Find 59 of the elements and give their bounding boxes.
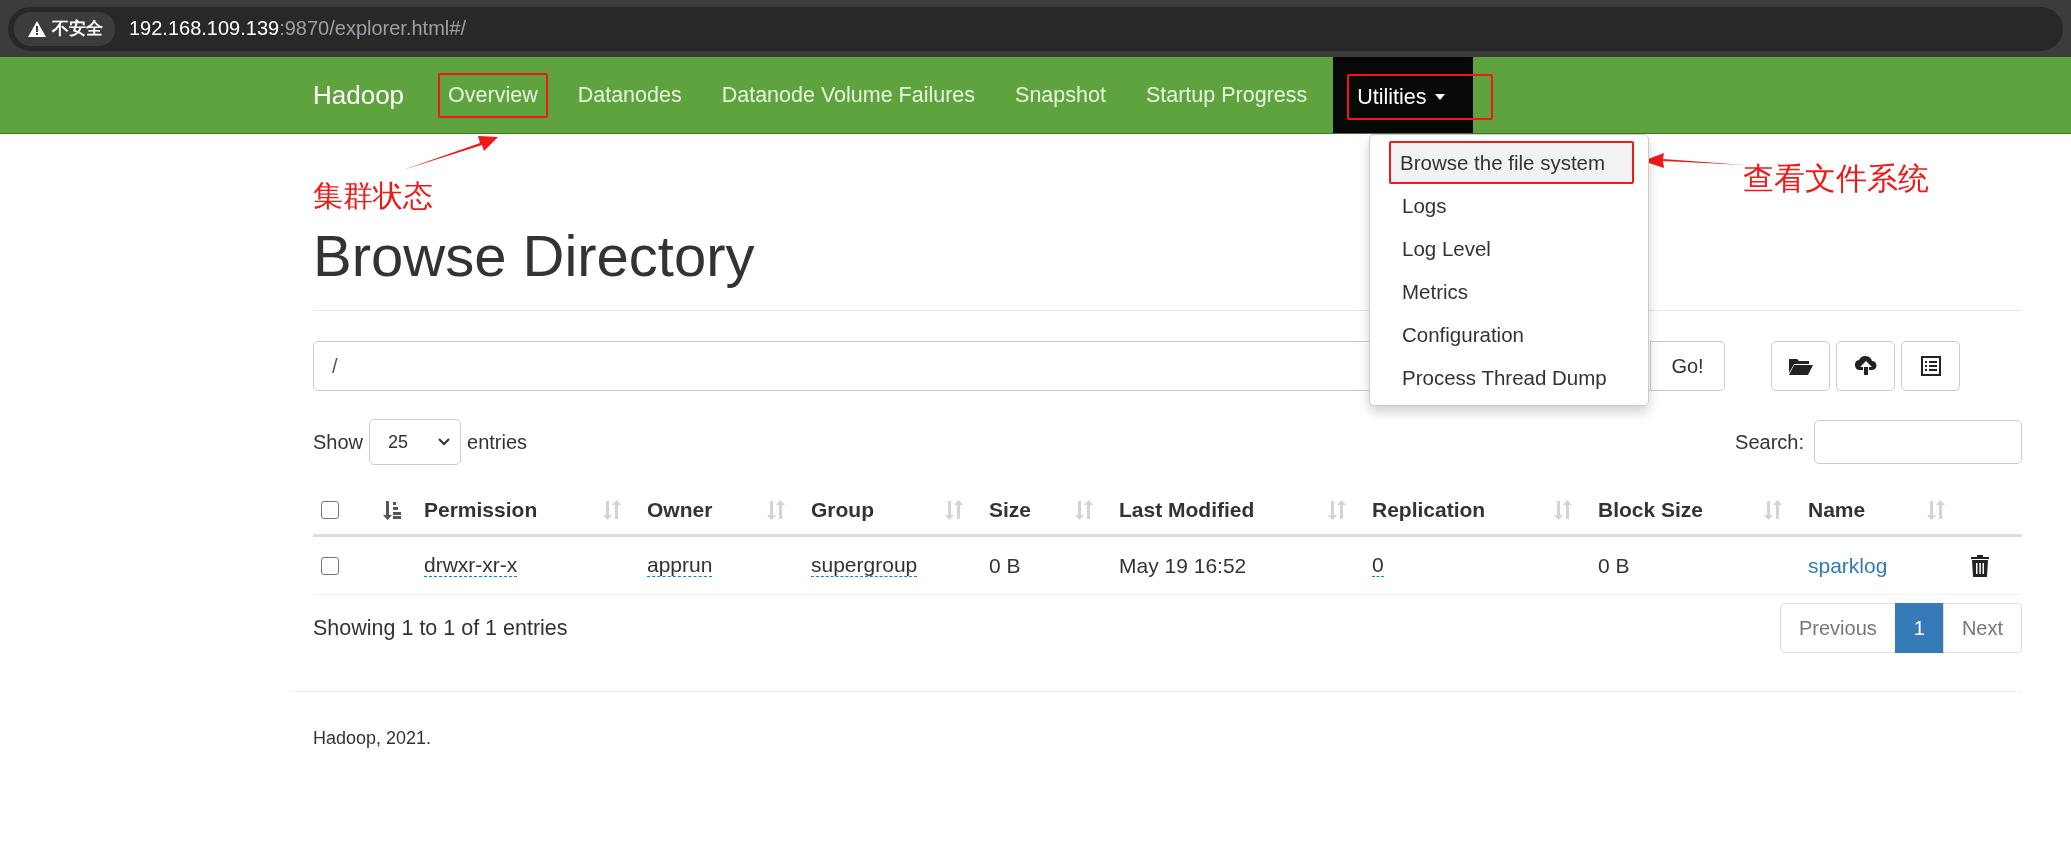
page-size-select[interactable]: 25	[369, 419, 462, 465]
page-button[interactable]: Previous	[1779, 603, 1896, 653]
upload-button[interactable]	[1836, 341, 1895, 391]
menu-item[interactable]: Logs	[1370, 184, 1648, 227]
sort-icon[interactable]	[767, 499, 785, 520]
warning-icon	[28, 20, 46, 37]
row-checkbox[interactable]	[321, 556, 339, 575]
table-view-button[interactable]	[1901, 341, 1960, 391]
table-cell[interactable]: drwxr-xr-x	[424, 554, 518, 577]
page-title: Browse Directory	[313, 224, 755, 288]
column-header[interactable]: Size	[989, 497, 1032, 522]
trash-icon[interactable]	[1971, 554, 1989, 577]
column-header[interactable]: Permission	[424, 497, 538, 522]
search-field[interactable]	[1814, 420, 2022, 464]
column-header[interactable]: Owner	[647, 497, 713, 522]
sort-icon[interactable]	[1764, 499, 1782, 520]
annotation-text: 查看文件系统	[1743, 159, 1929, 198]
sort-icon[interactable]	[1075, 499, 1093, 520]
sort-ascending-icon[interactable]	[382, 499, 402, 520]
sort-icon[interactable]	[1328, 499, 1346, 520]
select-all-checkbox[interactable]	[321, 500, 339, 519]
table-cell: 0 B	[989, 553, 1021, 578]
create-folder-button[interactable]	[1771, 341, 1830, 391]
column-header[interactable]: Block Size	[1598, 497, 1704, 522]
sort-icon[interactable]	[945, 499, 963, 520]
cloud-upload-icon	[1853, 356, 1878, 376]
footer-text: Hadoop, 2021.	[313, 728, 432, 748]
sort-icon[interactable]	[1554, 499, 1572, 520]
file-link[interactable]: sparklog	[1808, 553, 1888, 578]
entries-info: Showing 1 to 1 of 1 entries	[313, 615, 568, 641]
page-button[interactable]: Next	[1942, 603, 2022, 653]
table-cell: May 19 16:52	[1119, 553, 1247, 578]
security-chip[interactable]: 不安全	[14, 11, 115, 46]
table-cell[interactable]: 0	[1372, 554, 1384, 577]
table-cell: 0 B	[1598, 553, 1630, 578]
url-text: 192.168.109.139:9870/explorer.html#/	[129, 17, 466, 40]
menu-item[interactable]: Browse the file system	[1389, 141, 1634, 184]
folder-icon	[1788, 357, 1813, 375]
sort-icon[interactable]	[1927, 499, 1945, 520]
page-button[interactable]: 1	[1894, 603, 1944, 653]
entries-label: entries	[467, 430, 528, 454]
column-header[interactable]: Replication	[1372, 497, 1486, 522]
column-header[interactable]: Last Modified	[1119, 497, 1255, 522]
caret-icon	[1434, 94, 1445, 100]
sort-icon[interactable]	[603, 499, 621, 520]
menu-item[interactable]: Metrics	[1370, 270, 1648, 313]
show-label: Show	[313, 430, 364, 454]
go-button[interactable]: Go!	[1651, 341, 1725, 391]
column-header[interactable]: Group	[811, 497, 874, 522]
search-label: Search:	[1735, 430, 1804, 454]
nav-link[interactable]: Utilities	[1347, 74, 1493, 120]
column-header[interactable]: Name	[1808, 497, 1866, 522]
list-icon	[1920, 356, 1941, 376]
menu-item[interactable]: Log Level	[1370, 227, 1648, 270]
table-cell[interactable]: supergroup	[811, 554, 918, 577]
annotation-text: 集群状态	[313, 178, 433, 213]
table-cell[interactable]: apprun	[647, 554, 713, 577]
chevron-icon	[438, 438, 451, 446]
address-bar[interactable]: 不安全 192.168.109.139:9870/explorer.html#/	[8, 6, 2063, 51]
